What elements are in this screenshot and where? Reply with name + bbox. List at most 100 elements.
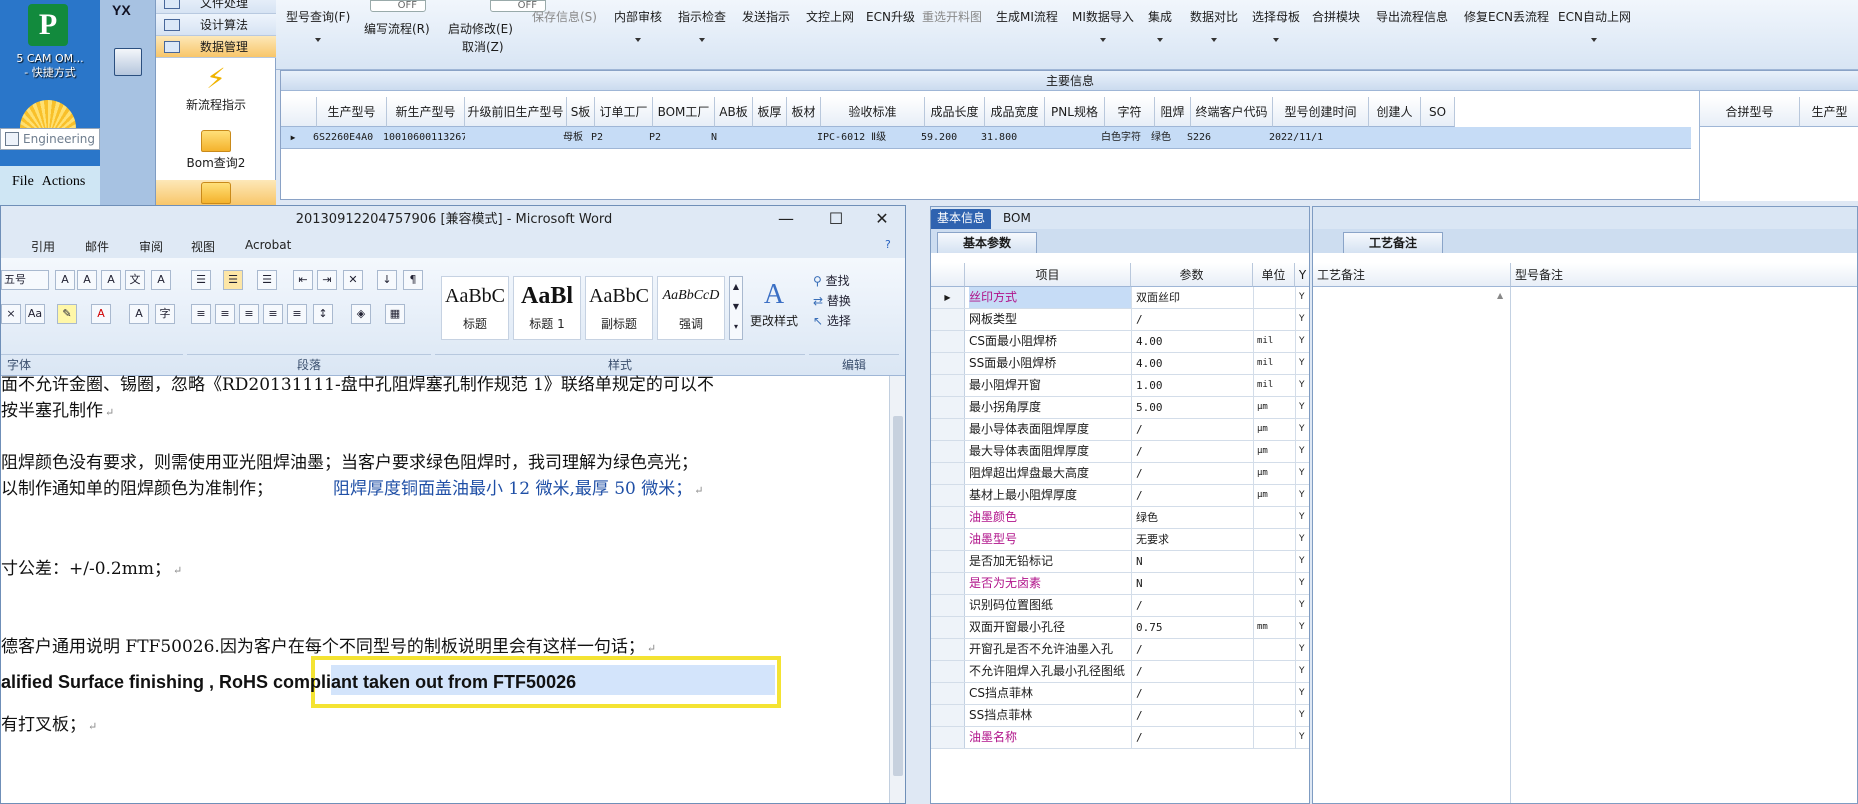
cell-customer-code[interactable]: S226 (1183, 127, 1273, 149)
param-row[interactable]: 不允许阻焊入孔最小孔径图纸 / Y (931, 661, 1309, 683)
scrollbar-thumb[interactable] (893, 416, 903, 776)
tab-bom[interactable]: BOM (997, 209, 1037, 229)
chinese-layout-icon[interactable]: ✕ (343, 270, 363, 290)
cell-width[interactable]: 31.800 (977, 127, 1045, 149)
col-new-production-model[interactable]: 新生产型号 (387, 97, 465, 127)
nav-cell-new-flow[interactable]: ⚡ 新流程指示 (156, 64, 276, 113)
font-color-icon[interactable]: A (91, 304, 111, 324)
btn-send-instruction[interactable]: 发送指示 (742, 8, 790, 25)
menu-actions[interactable]: Actions (42, 174, 86, 189)
param-row[interactable]: 最大导体表面阻焊厚度 / μm Y (931, 441, 1309, 463)
btn-internal-review[interactable]: 内部审核 (614, 8, 662, 42)
btn-mi-import[interactable]: MI数据导入 (1072, 8, 1134, 42)
nav-item-data-management[interactable]: 数据管理 (156, 36, 276, 58)
replace-button[interactable]: ⇄ 替换 (813, 292, 851, 309)
col-item[interactable]: 项目 (965, 263, 1131, 287)
process-notes-area[interactable] (1313, 287, 1511, 803)
col-production-model[interactable]: 生产型 (1800, 97, 1858, 127)
col-merge-model[interactable]: 合拼型号 (1700, 97, 1800, 127)
cell-old-model[interactable] (457, 127, 567, 149)
document-body[interactable]: 面不允许金圈、锡圈，忽略《RD20131111-盘中孔阻焊塞孔制作规范 1》联络… (1, 375, 889, 803)
highlighted-text[interactable]: 阻焊厚度铜面盖油最小 12 微米,最厚 50 微米； ↵ (333, 474, 704, 499)
btn-instruction-check[interactable]: 指示检查 (678, 8, 726, 42)
engineering-taskbar-item[interactable]: Engineering (0, 128, 100, 150)
style-heading-1[interactable]: AaBl 标题 1 (513, 276, 581, 340)
style-gallery-scroll[interactable]: ▲ ▼ ▾ (729, 276, 743, 340)
param-row[interactable]: 最小导体表面阻焊厚度 / μm Y (931, 419, 1309, 441)
nav-item-design-algorithm[interactable]: 设计算法 (156, 14, 276, 36)
col-s-board[interactable]: S板 (567, 97, 595, 127)
param-row[interactable]: 是否为无卤素 N Y (931, 573, 1309, 595)
cell-creator[interactable] (1361, 127, 1421, 149)
col-solder-mask[interactable]: 阻焊 (1155, 97, 1191, 127)
param-row[interactable]: 是否加无铅标记 N Y (931, 551, 1309, 573)
strikethrough-icon[interactable]: × (1, 304, 21, 324)
col-process-notes[interactable]: 工艺备注 (1313, 263, 1511, 287)
btn-reselect-cutting[interactable]: 重选开料图 (922, 8, 982, 25)
tab-process-notes[interactable]: 工艺备注 (1343, 232, 1443, 253)
col-customer-code[interactable]: 终端客户代码 (1191, 97, 1273, 127)
btn-export-flow[interactable]: 导出流程信息 (1376, 8, 1448, 25)
grid-corner[interactable] (281, 97, 317, 127)
style-subtitle[interactable]: AaBbC 副标题 (585, 276, 653, 340)
col-create-time[interactable]: 型号创建时间 (1273, 97, 1369, 127)
line-spacing-icon[interactable]: ↕ (313, 304, 333, 324)
param-row[interactable]: ▶ 丝印方式 双面丝印 Y (931, 287, 1309, 309)
btn-merge-module[interactable]: 合拼模块 (1312, 8, 1360, 25)
cell-pnl-spec[interactable] (1037, 127, 1105, 149)
grow-font-icon[interactable]: A (55, 270, 75, 290)
btn-model-query[interactable]: 型号查询(F) (286, 8, 350, 42)
btn-start-modify[interactable]: 启动修改(E) (448, 20, 513, 37)
clear-format-icon[interactable]: A (101, 270, 121, 290)
find-button[interactable]: ⚲ 查找 (813, 272, 850, 289)
col-character[interactable]: 字符 (1105, 97, 1155, 127)
select-button[interactable]: ↖ 选择 (813, 312, 851, 329)
btn-ecn-upgrade[interactable]: ECN升级 (866, 8, 915, 25)
cell-length[interactable]: 59.200 (917, 127, 985, 149)
menu-file[interactable]: File (12, 174, 34, 189)
tab-basic-params[interactable]: 基本参数 (937, 232, 1037, 253)
style-emphasis[interactable]: AaBbCcD 强调 (657, 276, 725, 340)
param-row[interactable]: SS挡点菲林 / Y (931, 705, 1309, 727)
cell-create-time[interactable]: 2022/11/1 (1265, 127, 1369, 149)
cam-app-icon[interactable]: P (28, 4, 68, 46)
tab-review[interactable]: 审阅 (139, 238, 163, 255)
col-pnl-spec[interactable]: PNL规格 (1045, 97, 1105, 127)
calculator-icon[interactable] (114, 48, 142, 76)
scroll-up-icon[interactable]: ▲ (1497, 291, 1503, 300)
btn-integrate[interactable]: 集成 (1148, 8, 1172, 42)
bullets-icon[interactable]: ☰ (191, 270, 211, 290)
style-title[interactable]: AaBbC 标题 (441, 276, 509, 340)
col-unit[interactable]: 单位 (1253, 263, 1295, 287)
change-styles-button[interactable]: A 更改样式 (749, 278, 799, 329)
btn-generate-mi[interactable]: 生成MI流程 (996, 8, 1058, 25)
cam-shortcut-label[interactable]: 5 CAM OM... (4, 52, 96, 65)
tab-basic-info[interactable]: 基本信息 (931, 209, 992, 229)
increase-indent-icon[interactable]: ⇥ (317, 270, 337, 290)
distributed-icon[interactable]: ≡ (287, 304, 307, 324)
cell-bom-factory[interactable]: P2 (645, 127, 715, 149)
param-row[interactable]: 油墨颜色 绿色 Y (931, 507, 1309, 529)
align-left-icon[interactable]: ≡ (191, 304, 211, 324)
param-row[interactable]: 双面开窗最小孔径 0.75 mm Y (931, 617, 1309, 639)
col-ab-board[interactable]: AB板 (715, 97, 753, 127)
col-so[interactable]: SO (1421, 97, 1455, 127)
phonetic-icon[interactable]: 文 (125, 270, 145, 290)
tab-mailings[interactable]: 邮件 (85, 238, 109, 255)
shrink-font-icon[interactable]: A (77, 270, 97, 290)
cell-acceptance-standard[interactable]: IPC-6012 Ⅱ级 (813, 127, 925, 149)
tab-references[interactable]: 引用 (31, 238, 55, 255)
col-order-factory[interactable]: 订单工厂 (595, 97, 653, 127)
col-length[interactable]: 成品长度 (925, 97, 985, 127)
btn-data-compare[interactable]: 数据对比 (1190, 8, 1238, 42)
multilevel-list-icon[interactable]: ☰ (257, 270, 277, 290)
col-material[interactable]: 板材 (787, 97, 821, 127)
param-row[interactable]: CS挡点菲林 / Y (931, 683, 1309, 705)
col-model-notes[interactable]: 型号备注 (1511, 263, 1857, 287)
highlight-color-icon[interactable]: ✎ (57, 304, 77, 324)
btn-cancel[interactable]: 取消(Z) (462, 38, 504, 55)
justify-icon[interactable]: ≡ (263, 304, 283, 324)
col-y[interactable]: Y (1295, 263, 1309, 287)
toggle-switch-1[interactable]: OFF (370, 0, 426, 12)
cell-production-model[interactable]: 6S2260E4A0 (309, 127, 387, 149)
